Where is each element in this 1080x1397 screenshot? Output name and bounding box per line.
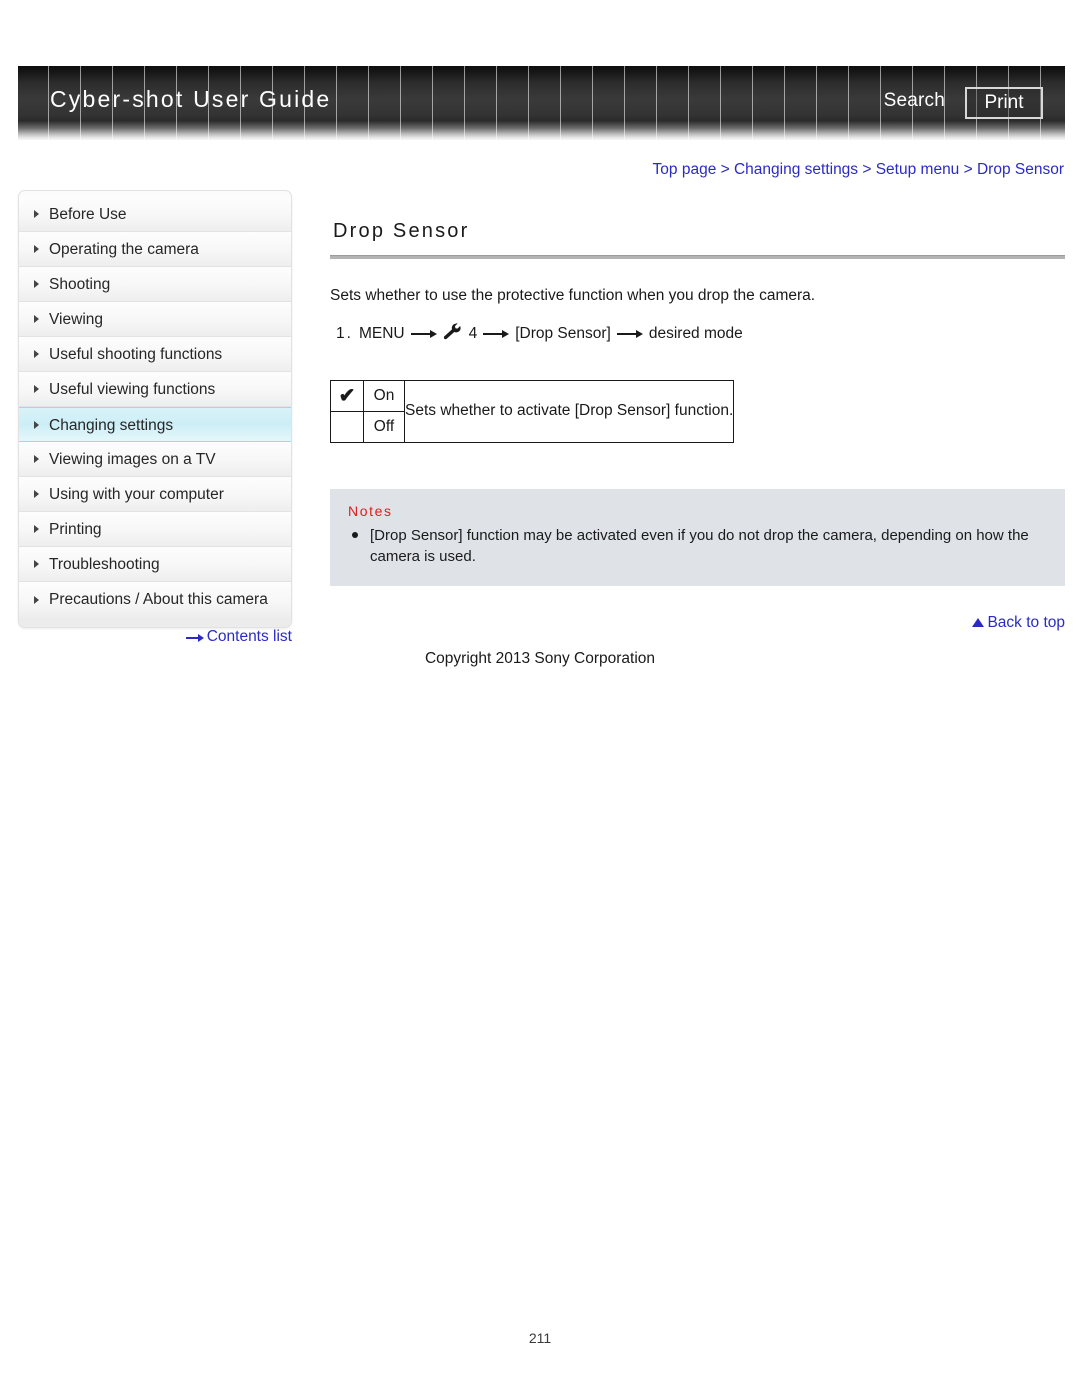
back-to-top-link[interactable]: Back to top bbox=[330, 614, 1065, 632]
option-label-on: On bbox=[363, 379, 405, 412]
notes-title: Notes bbox=[348, 502, 393, 519]
sidebar-item-useful-viewing-functions[interactable]: Useful viewing functions bbox=[19, 372, 291, 407]
step-number: 1. bbox=[336, 325, 353, 343]
sidebar-item-label: Viewing images on a TV bbox=[49, 451, 216, 468]
sidebar-item-viewing-images-on-a-tv[interactable]: Viewing images on a TV bbox=[19, 442, 291, 477]
checkmark-placeholder bbox=[330, 410, 364, 443]
sidebar-item-label: Using with your computer bbox=[49, 486, 224, 503]
arrow-right-icon bbox=[410, 329, 437, 339]
step-menu-label: MENU bbox=[358, 325, 405, 343]
note-item: [Drop Sensor] function may be activated … bbox=[348, 525, 1047, 569]
sidebar-item-label: Shooting bbox=[49, 276, 111, 293]
table-row: ✔ On Sets whether to activate [Drop Sens… bbox=[330, 379, 735, 443]
sidebar-item-label: Printing bbox=[49, 521, 102, 538]
sidebar-item-label: Operating the camera bbox=[49, 241, 199, 258]
header-banner: Cyber-shot User Guide Search Print bbox=[18, 66, 1065, 140]
triangle-right-icon bbox=[34, 490, 39, 498]
main-content: Drop Sensor Sets whether to use the prot… bbox=[330, 190, 1065, 632]
checkmark-icon: ✔ bbox=[330, 379, 364, 412]
triangle-right-icon bbox=[34, 350, 39, 358]
sidebar-item-label: Troubleshooting bbox=[49, 556, 160, 573]
print-button[interactable]: Print bbox=[965, 87, 1043, 119]
search-button[interactable]: Search bbox=[884, 90, 945, 112]
sidebar-item-label: Before Use bbox=[49, 206, 127, 223]
back-to-top-label: Back to top bbox=[987, 614, 1065, 632]
sidebar-item-shooting[interactable]: Shooting bbox=[19, 267, 291, 302]
copyright-text: Copyright 2013 Sony Corporation bbox=[424, 650, 656, 667]
sidebar-nav: Before Use Operating the camera Shooting… bbox=[18, 190, 292, 628]
arrow-right-icon bbox=[483, 329, 510, 339]
bullet-icon bbox=[352, 531, 358, 538]
arrow-right-icon bbox=[185, 633, 204, 642]
intro-paragraph: Sets whether to use the protective funct… bbox=[330, 287, 816, 304]
sidebar-item-label: Useful viewing functions bbox=[49, 381, 216, 398]
notes-box: Notes [Drop Sensor] function may be acti… bbox=[330, 488, 1065, 587]
sidebar-item-before-use[interactable]: Before Use bbox=[19, 197, 291, 232]
step-instruction: 1. MENU 4 [Drop Sensor] desired mode bbox=[330, 322, 1065, 346]
triangle-right-icon bbox=[34, 525, 39, 533]
contents-list-label: Contents list bbox=[206, 628, 292, 645]
triangle-right-icon bbox=[34, 420, 39, 429]
triangle-right-icon bbox=[34, 560, 39, 568]
triangle-up-icon bbox=[972, 618, 985, 628]
breadcrumb[interactable]: Top page > Changing settings > Setup men… bbox=[653, 161, 1064, 179]
step-result: desired mode bbox=[648, 325, 743, 343]
sidebar-item-troubleshooting[interactable]: Troubleshooting bbox=[19, 547, 291, 582]
sidebar-item-using-with-your-computer[interactable]: Using with your computer bbox=[19, 477, 291, 512]
option-description: Sets whether to activate [Drop Sensor] f… bbox=[403, 379, 735, 443]
triangle-right-icon bbox=[34, 210, 39, 218]
sidebar-item-precautions-about-this-camera[interactable]: Precautions / About this camera bbox=[19, 582, 291, 617]
wrench-icon bbox=[443, 322, 463, 346]
option-table: ✔ On Sets whether to activate [Drop Sens… bbox=[330, 379, 735, 443]
triangle-right-icon bbox=[34, 245, 39, 253]
sidebar-item-useful-shooting-functions[interactable]: Useful shooting functions bbox=[19, 337, 291, 372]
page-number: 211 bbox=[528, 1330, 552, 1346]
option-label-off: Off bbox=[363, 410, 405, 443]
triangle-right-icon bbox=[34, 595, 39, 604]
app-title: Cyber-shot User Guide bbox=[50, 86, 332, 112]
sidebar-item-printing[interactable]: Printing bbox=[19, 512, 291, 547]
arrow-right-icon bbox=[616, 329, 643, 339]
triangle-right-icon bbox=[34, 455, 39, 463]
sidebar-item-changing-settings[interactable]: Changing settings bbox=[19, 407, 291, 442]
title-divider bbox=[330, 255, 1065, 259]
page-title: Drop Sensor bbox=[333, 220, 470, 242]
sidebar-item-operating-the-camera[interactable]: Operating the camera bbox=[19, 232, 291, 267]
contents-list-link[interactable]: Contents list bbox=[18, 628, 292, 646]
sidebar-item-label: Useful shooting functions bbox=[49, 346, 223, 363]
triangle-right-icon bbox=[34, 315, 39, 323]
sidebar-item-label: Changing settings bbox=[49, 417, 174, 434]
triangle-right-icon bbox=[34, 280, 39, 288]
sidebar-item-label: Viewing bbox=[49, 311, 104, 328]
triangle-right-icon bbox=[34, 385, 39, 393]
sidebar-item-label: Precautions / About this camera bbox=[49, 591, 268, 608]
sidebar-item-viewing[interactable]: Viewing bbox=[19, 302, 291, 337]
step-tab-number: 4 bbox=[468, 325, 478, 343]
note-text: [Drop Sensor] function may be activated … bbox=[370, 526, 1029, 566]
step-bracket-item: [Drop Sensor] bbox=[515, 325, 611, 343]
